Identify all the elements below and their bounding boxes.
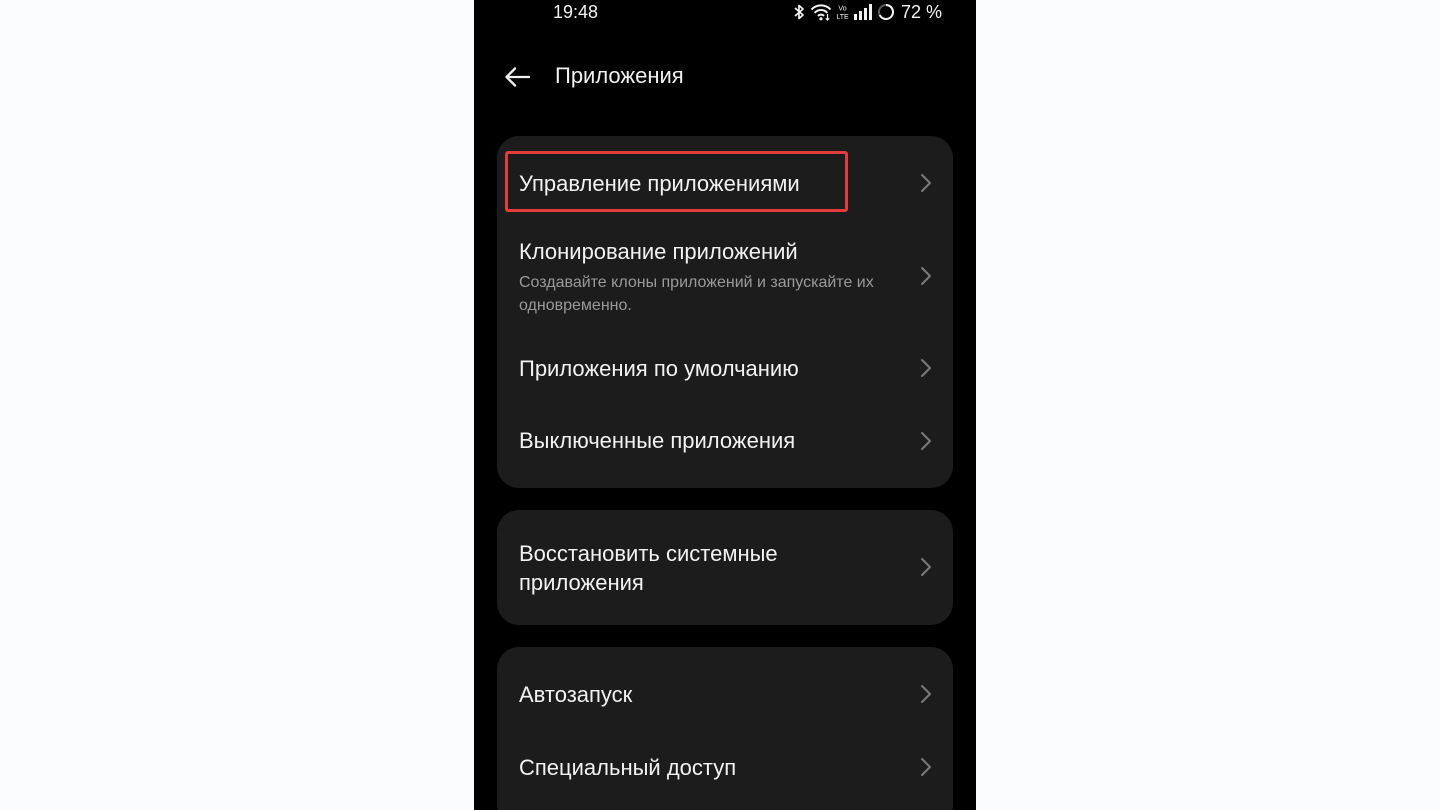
menu-item-label: Специальный доступ [519,755,737,780]
volte-icon: Vo LTE [836,6,849,22]
settings-group-access: Автозапуск Специальный доступ [497,647,953,810]
battery-percent: 72 % [900,1,942,22]
menu-item-disabled-apps[interactable]: Выключенные приложения [497,408,953,488]
chevron-right-icon [921,267,931,285]
status-icons: Vo LTE 72 % [792,1,942,23]
chevron-right-icon [921,558,931,576]
menu-item-description: Создавайте клоны приложений и запускайте… [519,274,874,314]
menu-item-default-apps[interactable]: Приложения по умолчанию [497,328,953,408]
svg-text:LTE: LTE [836,14,849,21]
arrow-left-icon[interactable] [502,62,532,92]
wifi-icon [810,4,832,21]
menu-item-label: Клонирование приложений [519,239,798,264]
menu-item-label: Выключенные приложения [519,428,796,453]
settings-group-system: Восстановить системные приложения [497,510,953,625]
page-title: Приложения [555,63,684,88]
menu-item-special-access[interactable]: Специальный доступ [497,731,953,810]
menu-item-restore-system-apps[interactable]: Восстановить системные приложения [497,510,953,625]
chevron-right-icon [921,359,931,377]
chevron-right-icon [921,758,931,776]
menu-item-label: Управление приложениями [519,171,800,196]
chevron-right-icon [921,685,931,703]
menu-item-autostart[interactable]: Автозапуск [497,647,953,731]
settings-group-apps: Управление приложениями Клонирование при… [497,136,953,488]
signal-icon [853,4,872,20]
phone-screen: 19:48 Vo LTE 72 % Приложения Управление … [474,0,976,810]
battery-ring-icon [877,3,894,20]
menu-item-label: Приложения по умолчанию [519,356,799,381]
menu-item-label: Автозапуск [519,682,633,707]
menu-item-label: Восстановить системные приложения [519,541,778,595]
bluetooth-icon [794,4,804,20]
chevron-right-icon [921,174,931,192]
status-time: 19:48 [553,2,599,22]
chevron-right-icon [921,432,931,450]
menu-item-app-management[interactable]: Управление приложениями [497,136,953,228]
menu-item-app-cloning[interactable]: Клонирование приложений Создавайте клоны… [497,228,953,328]
svg-text:Vo: Vo [838,6,846,13]
